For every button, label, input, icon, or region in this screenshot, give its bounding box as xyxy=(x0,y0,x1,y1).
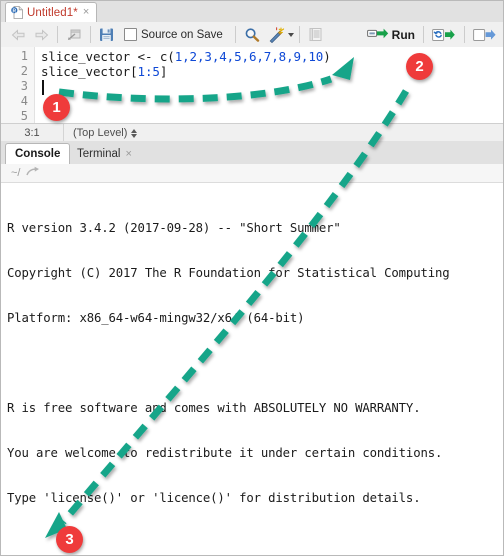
statusbar-divider xyxy=(63,124,64,142)
code-line-2-nums: 1:5 xyxy=(137,64,160,79)
code-line-2-text: slice_vector xyxy=(41,64,131,79)
rstudio-window: R Untitled1* × Source on Save Run 1 2 3 … xyxy=(0,0,504,556)
console-line: Type 'license()' or 'licence()' for dist… xyxy=(7,491,421,505)
source-pane: R Untitled1* × Source on Save Run 1 2 3 … xyxy=(1,1,503,142)
magnifier-icon[interactable] xyxy=(240,24,264,46)
rerun-previous-icon[interactable] xyxy=(428,24,460,46)
console-pane: Console Terminal × ~/ R version 3.4.2 (2… xyxy=(1,141,503,555)
compile-report-icon[interactable] xyxy=(304,24,327,46)
save-icon[interactable] xyxy=(95,24,118,46)
tab-console[interactable]: Console xyxy=(5,143,71,164)
gutter-line-4: 4 xyxy=(20,94,28,108)
run-label: Run xyxy=(391,27,415,42)
svg-text:R: R xyxy=(12,8,16,14)
code-line-2-fn: [ xyxy=(130,64,138,79)
source-on-save-checkbox[interactable]: Source on Save xyxy=(118,24,227,46)
source-toolbar: Source on Save Run xyxy=(1,22,503,48)
open-in-explorer-icon[interactable] xyxy=(26,166,40,180)
r-script-icon: R xyxy=(11,6,23,19)
toolbar-divider xyxy=(90,26,91,43)
console-line: You are welcome to redistribute it under… xyxy=(7,446,443,460)
console-line: Copyright (C) 2017 The R Foundation for … xyxy=(7,266,450,280)
console-line: R is free software and comes with ABSOLU… xyxy=(7,401,421,415)
console-line: R version 3.4.2 (2017-09-28) -- "Short S… xyxy=(7,221,341,235)
code-editor-line-1: slice_vector <- c(1,2,3,4,5,6,7,8,9,10) xyxy=(41,49,331,64)
tab-terminal-label: Terminal xyxy=(77,147,121,160)
source-icon[interactable] xyxy=(469,24,501,46)
code-editor[interactable]: 1 2 3 4 5 slice_vector <- c(1,2,3,4,5,6,… xyxy=(1,47,503,123)
gutter-line-1: 1 xyxy=(20,49,28,63)
toolbar-divider xyxy=(298,26,300,43)
console-output[interactable]: R version 3.4.2 (2017-09-28) -- "Short S… xyxy=(1,183,503,555)
editor-text-cursor xyxy=(42,80,44,95)
code-line-1-suffix: ) xyxy=(323,49,331,64)
up-down-chevrons-icon xyxy=(131,128,138,138)
console-working-directory: ~/ xyxy=(1,164,503,183)
gutter-line-2: 2 xyxy=(20,64,28,78)
arrow-right-icon[interactable] xyxy=(30,24,53,46)
code-tools-wand-icon[interactable] xyxy=(264,24,295,46)
code-line-2-suffix: ] xyxy=(159,64,168,79)
gutter-line-5: 5 xyxy=(20,109,28,123)
cursor-position: 3:1 xyxy=(24,127,40,139)
toolbar-divider xyxy=(57,26,58,43)
checkbox-box xyxy=(124,28,137,41)
code-line-1-fn: c( xyxy=(159,49,175,64)
chevron-down-icon[interactable] xyxy=(287,32,294,37)
scope-selector[interactable]: (Top Level) xyxy=(73,127,138,139)
close-icon[interactable]: × xyxy=(125,148,131,160)
toolbar-divider xyxy=(234,26,236,43)
code-editor-line-2: slice_vector[1:5] xyxy=(41,64,167,79)
editor-gutter: 1 2 3 4 5 xyxy=(1,47,35,123)
show-in-new-window-icon[interactable] xyxy=(62,24,86,46)
code-line-1-text: slice_vector xyxy=(41,49,138,64)
console-line: Platform: x86_64-w64-mingw32/x64 (64-bit… xyxy=(7,311,305,325)
scope-label: (Top Level) xyxy=(73,127,128,139)
working-directory-label[interactable]: ~/ xyxy=(11,167,20,179)
arrow-left-icon[interactable] xyxy=(7,24,30,46)
code-line-1-nums: 1,2,3,4,5,6,7,8,9,10 xyxy=(174,49,324,64)
source-tabbar: R Untitled1* × xyxy=(1,1,503,23)
toolbar-divider xyxy=(423,26,424,43)
console-tabbar: Console Terminal × xyxy=(1,141,503,165)
toolbar-divider xyxy=(464,26,465,43)
source-tab-label: Untitled1* xyxy=(27,6,78,19)
source-on-save-label: Source on Save xyxy=(141,28,223,41)
run-button[interactable]: Run xyxy=(363,24,419,46)
run-arrow-icon xyxy=(366,27,389,43)
close-icon[interactable]: × xyxy=(83,7,89,18)
code-line-1-op: <- xyxy=(137,49,160,64)
tab-console-label: Console xyxy=(15,148,61,160)
source-tab-untitled1[interactable]: R Untitled1* × xyxy=(5,2,98,22)
source-statusbar: 3:1 (Top Level) xyxy=(1,123,503,142)
gutter-line-3: 3 xyxy=(20,79,28,93)
tab-terminal[interactable]: Terminal × xyxy=(68,143,141,164)
